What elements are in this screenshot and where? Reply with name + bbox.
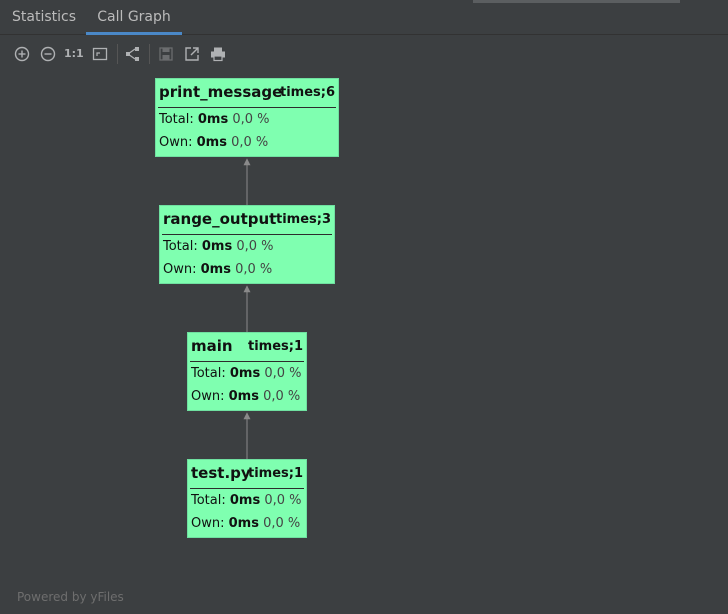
scrollbar-thumb[interactable] <box>473 0 680 3</box>
graph-edges <box>243 158 251 459</box>
graph-node-test-py[interactable]: test.py times;1 Total: 0ms 0,0 % Own: 0m… <box>187 459 307 538</box>
own-ms: 0ms <box>200 262 231 277</box>
own-label: Own: <box>159 135 193 150</box>
total-label: Total: <box>191 366 226 381</box>
own-ms: 0ms <box>228 516 259 531</box>
node-header: range_output times;3 <box>162 206 332 235</box>
node-name: test.py <box>191 464 251 482</box>
zoom-in-icon <box>14 46 30 62</box>
save-icon <box>159 47 173 61</box>
save-button[interactable] <box>157 45 175 63</box>
own-pct: 0,0 % <box>235 262 273 277</box>
graph-node-main[interactable]: main times;1 Total: 0ms 0,0 % Own: 0ms 0… <box>187 332 307 411</box>
tab-call-graph-label: Call Graph <box>97 9 171 25</box>
node-own-row: Own: 0ms 0,0 % <box>188 512 306 535</box>
node-times: times;6 <box>279 85 335 100</box>
total-pct: 0,0 % <box>264 366 302 381</box>
node-times: times;1 <box>247 466 303 481</box>
own-label: Own: <box>191 516 225 531</box>
fit-content-icon <box>92 47 108 61</box>
tab-call-graph[interactable]: Call Graph <box>86 0 182 35</box>
node-name: range_output <box>163 210 277 228</box>
own-label: Own: <box>163 262 197 277</box>
export-icon <box>185 47 199 61</box>
export-button[interactable] <box>183 45 201 63</box>
fit-content-button[interactable] <box>91 45 109 63</box>
total-label: Total: <box>191 493 226 508</box>
node-own-row: Own: 0ms 0,0 % <box>160 258 334 281</box>
node-header: test.py times;1 <box>190 460 304 489</box>
total-ms: 0ms <box>201 239 233 254</box>
total-pct: 0,0 % <box>232 112 270 127</box>
node-own-row: Own: 0ms 0,0 % <box>156 131 338 154</box>
total-ms: 0ms <box>229 366 261 381</box>
layout-button[interactable] <box>124 45 142 63</box>
node-times: times;1 <box>247 339 303 354</box>
node-header: print_message times;6 <box>158 79 336 108</box>
toolbar-separator <box>117 44 118 64</box>
zoom-out-icon <box>40 46 56 62</box>
total-ms: 0ms <box>229 493 261 508</box>
zoom-out-button[interactable] <box>39 45 57 63</box>
node-total-row: Total: 0ms 0,0 % <box>188 489 306 512</box>
own-pct: 0,0 % <box>263 516 301 531</box>
print-button[interactable] <box>209 45 227 63</box>
node-header: main times;1 <box>190 333 304 362</box>
layout-icon <box>126 47 139 61</box>
node-name: print_message <box>159 83 283 101</box>
own-pct: 0,0 % <box>263 389 301 404</box>
tab-bar: Statistics Call Graph <box>0 0 728 35</box>
node-total-row: Total: 0ms 0,0 % <box>160 235 334 258</box>
total-pct: 0,0 % <box>264 493 302 508</box>
own-label: Own: <box>191 389 225 404</box>
graph-node-print-message[interactable]: print_message times;6 Total: 0ms 0,0 % O… <box>155 78 339 157</box>
total-label: Total: <box>159 112 194 127</box>
total-label: Total: <box>163 239 198 254</box>
toolbar-separator <box>149 44 150 64</box>
total-pct: 0,0 % <box>236 239 274 254</box>
tab-statistics[interactable]: Statistics <box>12 0 76 34</box>
node-own-row: Own: 0ms 0,0 % <box>188 385 306 408</box>
active-tab-indicator <box>86 32 182 35</box>
own-pct: 0,0 % <box>231 135 269 150</box>
node-times: times;3 <box>275 212 331 227</box>
own-ms: 0ms <box>196 135 227 150</box>
node-total-row: Total: 0ms 0,0 % <box>156 108 338 131</box>
total-ms: 0ms <box>197 112 229 127</box>
node-name: main <box>191 337 233 355</box>
zoom-in-button[interactable] <box>13 45 31 63</box>
node-total-row: Total: 0ms 0,0 % <box>188 362 306 385</box>
actual-size-button[interactable]: 1:1 <box>64 45 84 63</box>
print-icon <box>211 47 225 62</box>
own-ms: 0ms <box>228 389 259 404</box>
powered-by-footer: Powered by yFiles <box>17 590 124 604</box>
call-graph-canvas[interactable]: print_message times;6 Total: 0ms 0,0 % O… <box>0 72 728 614</box>
graph-toolbar: 1:1 <box>0 36 728 72</box>
graph-node-range-output[interactable]: range_output times;3 Total: 0ms 0,0 % Ow… <box>159 205 335 284</box>
